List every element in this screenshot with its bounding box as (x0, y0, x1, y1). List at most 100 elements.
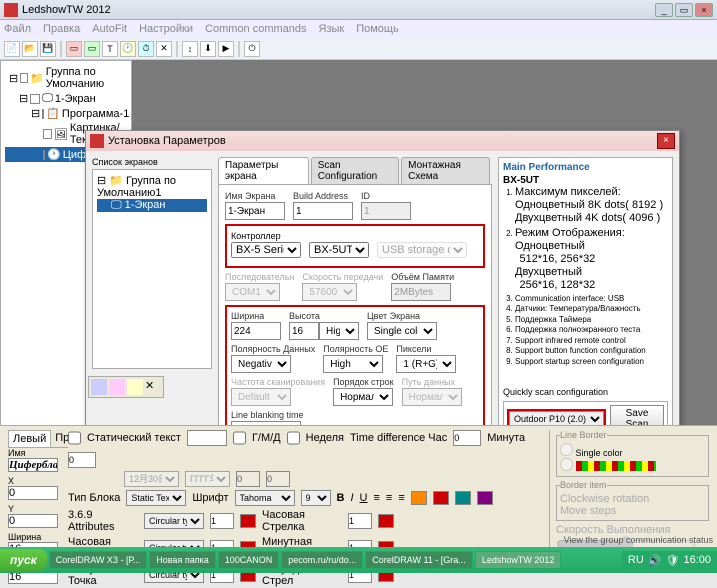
week-check[interactable] (287, 430, 300, 446)
menu-settings[interactable]: Настройки (139, 23, 193, 35)
menu-autofit[interactable]: AutoFit (92, 23, 127, 35)
close-button[interactable]: × (695, 3, 713, 17)
dialog-close-button[interactable]: × (657, 133, 675, 149)
color1[interactable] (411, 491, 427, 505)
min-input[interactable] (68, 452, 96, 468)
tray-clock: 16:00 (683, 554, 711, 566)
height-step[interactable]: High (319, 322, 359, 340)
task-4[interactable]: pecom.ru/ru/do... (281, 551, 363, 569)
pixels-select[interactable]: 1 (R+G) (396, 355, 456, 373)
color4[interactable] (477, 491, 493, 505)
start-button[interactable]: пуск (0, 549, 47, 571)
rowmode-select[interactable]: Нормальный (333, 388, 393, 406)
tree-root[interactable]: ⊟📁Группа по Умолчанию (5, 65, 127, 91)
clock-icon[interactable]: 🕐 (120, 41, 136, 57)
static-check[interactable] (68, 430, 81, 446)
menu-file[interactable]: Файл (4, 23, 31, 35)
usb-icon[interactable]: ⬇ (200, 41, 216, 57)
task-6[interactable]: LedshowTW 2012 (475, 551, 562, 569)
mini-toolbar: ✕ (88, 376, 164, 398)
underline-button[interactable]: U (360, 492, 368, 504)
mini-t3[interactable] (127, 379, 143, 395)
text-icon[interactable]: T (102, 41, 118, 57)
screens-tree[interactable]: ⊟ 📁 Группа по Умолчанию1 🖵 1-Экран (92, 169, 212, 369)
id-input (361, 202, 411, 220)
italic-button[interactable]: I (350, 492, 353, 504)
width-input[interactable] (231, 322, 281, 340)
font-select[interactable]: Tahoma (235, 490, 295, 506)
app-icon (4, 3, 18, 17)
attr369-n[interactable] (210, 513, 234, 529)
scanfreq-select: Default (231, 388, 291, 406)
play-icon[interactable]: ▶ (218, 41, 234, 57)
power-icon[interactable]: ⏻ (244, 41, 260, 57)
tree-screen[interactable]: ⊟🖵1-Экран (5, 91, 127, 106)
mini-delete-icon[interactable]: ✕ (145, 379, 161, 395)
task-5[interactable]: CorelDRAW 11 - [Gra... (365, 551, 473, 569)
menu-common[interactable]: Common commands (205, 23, 306, 35)
open-icon[interactable]: 📂 (22, 41, 38, 57)
screens-list-label: Список экранов (92, 157, 212, 167)
menu-edit[interactable]: Правка (43, 23, 80, 35)
screen-icon[interactable]: ▭ (66, 41, 82, 57)
menu-lang[interactable]: Язык (319, 23, 345, 35)
bold-button[interactable]: B (337, 492, 345, 504)
height-input[interactable] (289, 322, 319, 340)
datapath-select: Нормальный (402, 388, 462, 406)
tab-left[interactable]: Левый (8, 430, 51, 447)
task-3[interactable]: 100CANON (218, 551, 280, 569)
tab-scan-config[interactable]: Scan Configuration (311, 157, 399, 184)
border-r1 (560, 443, 573, 456)
block-select[interactable]: Static Text (126, 490, 186, 506)
attr369-select[interactable]: Circular typ (144, 513, 204, 529)
color-select[interactable]: Single color (367, 322, 437, 340)
dialog-icon (90, 134, 104, 148)
y-input[interactable] (8, 514, 58, 528)
tray-lang[interactable]: RU (628, 554, 644, 566)
tray[interactable]: RU 🔊🛡 16:00 (622, 551, 717, 570)
dlg-tree-root[interactable]: ⊟ 📁 Группа по Умолчанию1 (97, 174, 207, 199)
dialog-title: Установка Параметров (108, 135, 226, 147)
tab-mounting[interactable]: Монтажная Схема (401, 157, 490, 184)
tab-screen-params[interactable]: Параметры экрана (218, 157, 309, 184)
attr369-color[interactable] (240, 514, 256, 528)
hourhand-n[interactable] (348, 513, 372, 529)
date-check[interactable] (233, 430, 246, 446)
dlg-tree-screen[interactable]: 🖵 1-Экран (97, 199, 207, 212)
menu-help[interactable]: Помощь (356, 23, 399, 35)
color3[interactable] (455, 491, 471, 505)
model-select[interactable]: BX-5UT (309, 242, 369, 258)
arrow-icon[interactable]: ↕ (182, 41, 198, 57)
hourhand-color[interactable] (378, 514, 394, 528)
x-input[interactable] (8, 486, 58, 500)
statusbar: View the group communication status (564, 535, 713, 545)
color2[interactable] (433, 491, 449, 505)
polarity-oe-select[interactable]: High (323, 355, 383, 373)
new-icon[interactable]: 📄 (4, 41, 20, 57)
build-input[interactable] (293, 202, 353, 220)
perf-model: BX-5UT (503, 175, 668, 186)
delete-icon[interactable]: ✕ (156, 41, 172, 57)
align-right-icon[interactable]: ≡ (398, 492, 404, 504)
timer-icon[interactable]: ⏱ (138, 41, 154, 57)
mini-t1[interactable] (91, 379, 107, 395)
align-left-icon[interactable]: ≡ (374, 492, 380, 504)
series-select[interactable]: BX-5 Series (231, 242, 301, 258)
fontsize-select[interactable]: 9 (301, 490, 331, 506)
tdiff-input[interactable] (453, 430, 481, 446)
align-center-icon[interactable]: ≡ (386, 492, 392, 504)
program-icon[interactable]: ▭ (84, 41, 100, 57)
polarity-d-select[interactable]: Negative (231, 355, 291, 373)
dialog-titlebar[interactable]: Установка Параметров × (86, 131, 679, 151)
mini-t2[interactable] (109, 379, 125, 395)
save-icon[interactable]: 💾 (40, 41, 56, 57)
clock-name-input[interactable] (8, 458, 58, 472)
task-2[interactable]: Новая папка (149, 551, 215, 569)
minimize-button[interactable]: _ (655, 3, 673, 17)
mem-input (391, 283, 451, 301)
restore-button[interactable]: ▭ (675, 3, 693, 17)
tree-program[interactable]: ⊟📋Программа-1 (5, 106, 127, 121)
screen-name-input[interactable] (225, 202, 285, 220)
task-1[interactable]: CorelDRAW X3 - [Р... (49, 551, 147, 569)
static-input[interactable] (187, 430, 227, 446)
